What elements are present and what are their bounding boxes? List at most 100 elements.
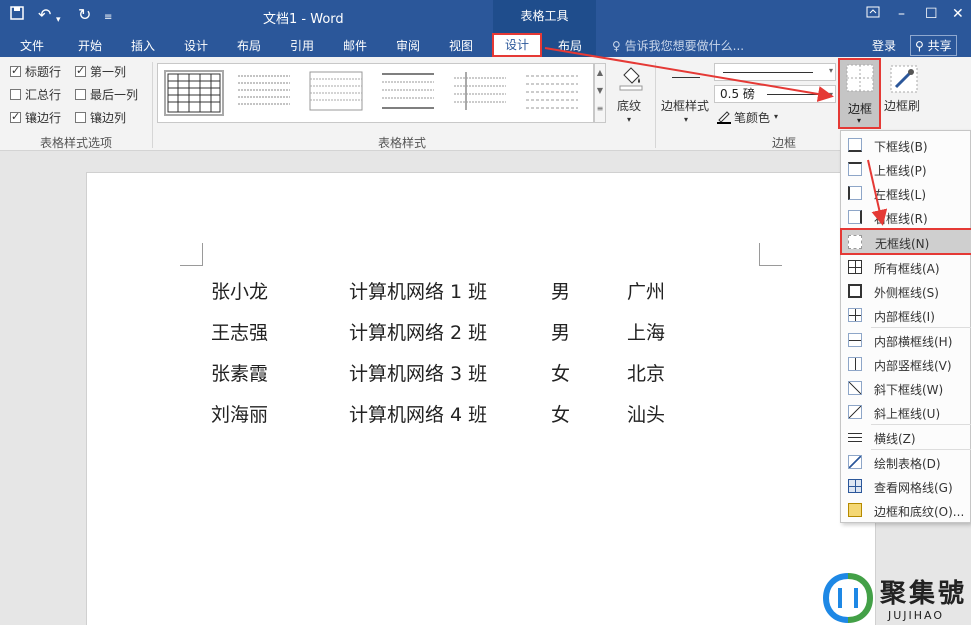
table-style-plain-2[interactable] bbox=[308, 70, 368, 116]
shading-label: 底纹 bbox=[617, 99, 642, 113]
gallery-more-icon[interactable]: ≡ bbox=[595, 100, 605, 118]
menu-item-horizontal-line[interactable]: 横线(Z) bbox=[841, 425, 971, 449]
view-gridlines-icon bbox=[848, 479, 862, 493]
menu-item-diagonal-up[interactable]: 斜上框线(U) bbox=[841, 400, 971, 424]
borders-button[interactable]: 边框 ▾ bbox=[838, 58, 881, 129]
tab-mailings[interactable]: 邮件 bbox=[343, 37, 367, 54]
banded-columns-checkbox[interactable]: 镶边列 bbox=[75, 111, 126, 125]
border-painter-label: 边框刷 bbox=[884, 99, 921, 113]
border-styles-button[interactable]: 边框样式 ▾ bbox=[660, 63, 712, 129]
table-cell[interactable]: 计算机网络 4 班 bbox=[349, 400, 487, 427]
header-row-checkbox[interactable]: 标题行 bbox=[10, 64, 61, 79]
menu-item-inside-borders[interactable]: 内部框线(I) bbox=[841, 303, 971, 327]
borders-dropdown-icon: ▾ bbox=[857, 116, 862, 125]
pen-color-label: 笔颜色 bbox=[734, 111, 771, 125]
tab-table-layout[interactable]: 布局 bbox=[558, 37, 582, 54]
pen-color-button[interactable]: 笔颜色 ▾ bbox=[714, 108, 804, 126]
menu-item-right-border[interactable]: 右框线(R) bbox=[841, 205, 971, 229]
menu-item-label: 查看网格线(G) bbox=[874, 481, 953, 495]
page-corner-mark bbox=[180, 243, 203, 266]
tab-table-design[interactable]: 设计 bbox=[492, 33, 542, 57]
tab-references[interactable]: 引用 bbox=[290, 37, 314, 54]
menu-item-no-border[interactable]: 无框线(N) bbox=[840, 228, 971, 255]
table-cell[interactable]: 张小龙 bbox=[211, 277, 268, 304]
last-column-checkbox[interactable]: 最后一列 bbox=[75, 88, 138, 102]
redo-icon[interactable]: ↻ bbox=[78, 5, 91, 25]
tab-design[interactable]: 设计 bbox=[184, 37, 208, 54]
customize-icon[interactable]: ≡ bbox=[104, 8, 112, 28]
table-cell[interactable]: 计算机网络 2 班 bbox=[349, 318, 487, 345]
share-button[interactable]: ⚲ 共享 bbox=[910, 35, 957, 56]
menu-item-bottom-border[interactable]: 下框线(B) bbox=[841, 133, 971, 157]
table-cell[interactable]: 女 bbox=[551, 400, 570, 427]
banded-rows-checkbox[interactable]: 镶边行 bbox=[10, 110, 61, 125]
shading-dropdown-icon: ▾ bbox=[627, 115, 632, 124]
borders-icon bbox=[846, 64, 874, 95]
scroll-down-icon[interactable]: ▼ bbox=[595, 82, 605, 100]
save-icon[interactable] bbox=[10, 5, 24, 25]
close-icon[interactable]: ✕ bbox=[952, 6, 964, 22]
line-weight-value: 0.5 磅 bbox=[720, 87, 755, 101]
tab-layout[interactable]: 布局 bbox=[237, 37, 261, 54]
tell-me-text: 告诉我您想要做什么... bbox=[624, 39, 745, 53]
table-style-grid[interactable] bbox=[164, 70, 224, 116]
line-weight-select[interactable]: 0.5 磅 ▾ bbox=[714, 85, 836, 103]
border-painter-button[interactable]: 边框刷 bbox=[884, 63, 924, 129]
menu-item-label: 左框线(L) bbox=[874, 188, 927, 202]
page-corner-mark bbox=[759, 243, 782, 266]
table-style-plain-3[interactable] bbox=[380, 70, 440, 116]
menu-item-inside-horizontal[interactable]: 内部横框线(H) bbox=[841, 328, 971, 352]
minimize-icon[interactable]: – bbox=[898, 6, 905, 22]
table-cell[interactable]: 计算机网络 3 班 bbox=[349, 359, 487, 386]
border-painter-icon bbox=[890, 65, 918, 96]
menu-item-inside-vertical[interactable]: 内部竖框线(V) bbox=[841, 352, 971, 376]
table-cell[interactable]: 张素霞 bbox=[211, 359, 268, 386]
tab-insert[interactable]: 插入 bbox=[131, 37, 155, 54]
table-cell[interactable]: 上海 bbox=[627, 318, 665, 345]
tab-view[interactable]: 视图 bbox=[449, 37, 473, 54]
menu-item-borders-and-shading[interactable]: 边框和底纹(O)... bbox=[841, 498, 971, 522]
menu-item-top-border[interactable]: 上框线(P) bbox=[841, 157, 971, 181]
undo-icon[interactable]: ↶ bbox=[38, 5, 51, 25]
tab-review[interactable]: 审阅 bbox=[396, 37, 420, 54]
maximize-icon[interactable]: ☐ bbox=[925, 6, 938, 22]
table-styles-gallery[interactable] bbox=[157, 63, 594, 123]
login-link[interactable]: 登录 bbox=[872, 37, 896, 54]
menu-item-left-border[interactable]: 左框线(L) bbox=[841, 181, 971, 205]
border-styles-label: 边框样式 bbox=[661, 99, 710, 113]
table-style-plain-5[interactable] bbox=[524, 70, 584, 116]
table-cell[interactable]: 北京 bbox=[627, 359, 665, 386]
first-column-checkbox[interactable]: 第一列 bbox=[75, 64, 126, 79]
table-cell[interactable]: 汕头 bbox=[627, 400, 665, 427]
menu-item-diagonal-down[interactable]: 斜下框线(W) bbox=[841, 376, 971, 400]
top-border-icon bbox=[848, 162, 862, 176]
table-cell[interactable]: 王志强 bbox=[211, 318, 268, 345]
document-workspace: 张小龙 计算机网络 1 班 男 广州 王志强 计算机网络 2 班 男 上海 张素… bbox=[0, 151, 971, 625]
tab-home[interactable]: 开始 bbox=[78, 37, 102, 54]
menu-item-outside-borders[interactable]: 外侧框线(S) bbox=[841, 279, 971, 303]
tell-me-box[interactable]: ♀ 告诉我您想要做什么... bbox=[612, 37, 744, 54]
gallery-scroll[interactable]: ▲ ▼ ≡ bbox=[594, 63, 606, 123]
tab-file[interactable]: 文件 bbox=[20, 37, 44, 54]
checkbox-label: 汇总行 bbox=[25, 88, 62, 102]
menu-item-draw-table[interactable]: 绘制表格(D) bbox=[841, 450, 971, 474]
line-style-select[interactable]: ▾ bbox=[714, 63, 836, 81]
table-cell[interactable]: 女 bbox=[551, 359, 570, 386]
shading-button[interactable]: 底纹 ▾ bbox=[612, 63, 648, 129]
table-cell[interactable]: 计算机网络 1 班 bbox=[349, 277, 487, 304]
table-cell[interactable]: 男 bbox=[551, 277, 570, 304]
table-cell[interactable]: 广州 bbox=[627, 277, 665, 304]
table-cell[interactable]: 刘海丽 bbox=[211, 400, 268, 427]
share-label: 共享 bbox=[927, 39, 952, 53]
scroll-up-icon[interactable]: ▲ bbox=[595, 64, 605, 82]
menu-item-all-borders[interactable]: 所有框线(A) bbox=[841, 255, 971, 279]
table-style-plain-1[interactable] bbox=[236, 70, 296, 116]
group-separator bbox=[655, 62, 656, 148]
undo-dropdown-icon[interactable]: ▾ bbox=[56, 10, 61, 30]
total-row-checkbox[interactable]: 汇总行 bbox=[10, 88, 61, 102]
table-cell[interactable]: 男 bbox=[551, 318, 570, 345]
table-style-plain-4[interactable] bbox=[452, 70, 512, 116]
document-page[interactable]: 张小龙 计算机网络 1 班 男 广州 王志强 计算机网络 2 班 男 上海 张素… bbox=[86, 172, 876, 625]
restore-ribbon-icon[interactable] bbox=[866, 6, 880, 22]
menu-item-view-gridlines[interactable]: 查看网格线(G) bbox=[841, 474, 971, 498]
